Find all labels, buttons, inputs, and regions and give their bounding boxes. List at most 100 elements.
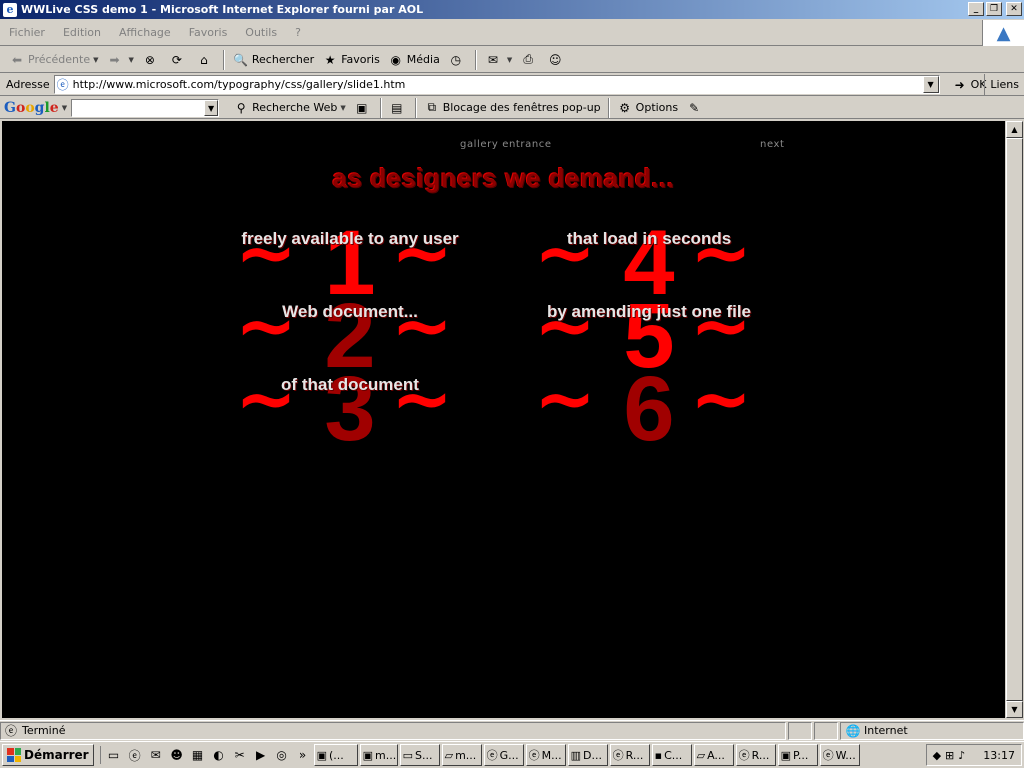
address-url[interactable]: http://www.microsoft.com/typography/css/… <box>73 78 406 91</box>
close-button[interactable]: ✕ <box>1006 2 1022 16</box>
taskbar-task[interactable]: ⓔ M... <box>525 744 566 766</box>
media-player-icon[interactable]: ▶ <box>252 746 270 764</box>
internet-explorer-icon[interactable]: ⓔ <box>126 746 144 764</box>
links-button[interactable]: Liens <box>984 74 1024 95</box>
mail-button[interactable]: ✉ ▼ <box>482 49 515 71</box>
taskbar-task[interactable]: ▣ m... <box>359 744 398 766</box>
gallery-entrance-link[interactable]: gallery entrance <box>460 139 552 150</box>
tilde-ornament: ~ <box>534 356 597 442</box>
google-search-dropdown-icon[interactable]: ▼ <box>204 99 219 116</box>
home-button[interactable]: ⌂ <box>193 49 218 71</box>
command-prompt-icon: ▪ <box>654 748 663 762</box>
taskbar-task[interactable]: ▭ S... <box>399 744 440 766</box>
task-label: P... <box>793 748 809 762</box>
menu-tools[interactable]: Outils <box>236 26 286 39</box>
google-logo-letter: o <box>15 99 26 116</box>
mail-dropdown-icon[interactable]: ▼ <box>507 56 512 64</box>
window-title-bar[interactable]: e WWLive CSS demo 1 - Microsoft Internet… <box>0 0 1024 19</box>
people-icon[interactable]: ☻ <box>168 746 186 764</box>
popup-blocker-label: Blocage des fenêtres pop-up <box>442 101 601 114</box>
internet-explorer-icon: ⓔ <box>738 749 750 762</box>
taskbar-task[interactable]: ⓔ R... <box>735 744 776 766</box>
back-arrow-icon: ⬅ <box>11 52 23 67</box>
status-pane <box>814 721 838 740</box>
web-search-button[interactable]: ⚲ Recherche Web ▼ <box>229 100 350 116</box>
taskbar-task[interactable]: ▱ m... <box>441 744 482 766</box>
forward-dropdown-icon[interactable]: ▼ <box>129 56 134 64</box>
options-button[interactable]: ⚙ Options <box>613 100 682 116</box>
favorites-button[interactable]: ★ Favoris <box>319 49 383 71</box>
taskbar-task[interactable]: ▱ A... <box>693 744 734 766</box>
refresh-button[interactable]: ⟳ <box>166 49 191 71</box>
feature-caption: that load in seconds <box>566 229 732 248</box>
scroll-up-button[interactable]: ▲ <box>1006 121 1023 138</box>
security-zone-pane[interactable]: 🌐 Internet <box>840 721 1024 740</box>
taskbar-task[interactable]: ⓔ G... <box>483 744 524 766</box>
show-desktop-icon[interactable]: ▭ <box>105 746 123 764</box>
address-label: Adresse <box>6 78 50 91</box>
media-button[interactable]: ◉ Média <box>385 49 443 71</box>
taskbar-task[interactable]: ▣ (... <box>313 744 358 766</box>
menu-file[interactable]: Fichier <box>0 26 54 39</box>
popup-blocker-button[interactable]: ⧉ Blocage des fenêtres pop-up <box>420 100 605 116</box>
google-logo[interactable]: G o o g l e ▼ <box>4 100 67 116</box>
page-info-button[interactable]: ▤ <box>385 100 412 116</box>
tray-network-icon[interactable]: ⊞ <box>945 749 954 762</box>
menu-edit[interactable]: Edition <box>54 26 110 39</box>
address-input[interactable]: ⓔ http://www.microsoft.com/typography/cs… <box>53 75 940 94</box>
start-button[interactable]: Démarrer <box>2 744 94 766</box>
outlook-icon[interactable]: ✉ <box>147 746 165 764</box>
web-search-dropdown-icon[interactable]: ▼ <box>340 104 345 112</box>
print-button[interactable]: ⎙ <box>517 49 542 71</box>
search-button[interactable]: 🔍 Rechercher <box>230 49 317 71</box>
firefox-icon[interactable]: ◐ <box>210 746 228 764</box>
menu-help[interactable]: ? <box>286 26 310 39</box>
history-button[interactable]: ◷ <box>445 49 470 71</box>
taskbar-task[interactable]: ⓔ W... <box>819 744 860 766</box>
next-link[interactable]: next <box>760 139 785 150</box>
feature-cell: ~ ~ 3 of that document <box>235 362 465 455</box>
more-chevron-icon[interactable]: » <box>294 746 312 764</box>
app-icon[interactable]: ◎ <box>273 746 291 764</box>
history-icon: ◷ <box>450 52 462 67</box>
task-label: S... <box>415 748 433 762</box>
task-icon: ▣ <box>780 748 791 762</box>
taskbar-task[interactable]: ▥ D... <box>567 744 608 766</box>
taskbar-task[interactable]: ⓔ R... <box>609 744 650 766</box>
star-folder-icon: ★ <box>324 52 336 67</box>
forward-button[interactable]: ➡ ▼ <box>104 49 137 71</box>
printer-icon: ⎙ <box>523 52 534 66</box>
clock[interactable]: 13:17 <box>983 749 1015 762</box>
taskbar-task[interactable]: ▪ C... <box>651 744 692 766</box>
tool-icon[interactable]: ✂ <box>231 746 249 764</box>
google-menu-dropdown-icon[interactable]: ▼ <box>62 103 67 112</box>
address-dropdown-icon[interactable]: ▼ <box>922 76 939 93</box>
vertical-scrollbar[interactable]: ▲ ▼ <box>1005 121 1023 718</box>
minimize-button[interactable]: _ <box>968 2 984 16</box>
page-info-icon: ▤ <box>391 100 403 115</box>
back-dropdown-icon[interactable]: ▼ <box>93 56 98 64</box>
taskbar-task[interactable]: ▣ P... <box>777 744 818 766</box>
task-icon: ▣ <box>316 748 327 762</box>
web-search-label: Recherche Web <box>252 101 338 114</box>
scrollbar-thumb[interactable] <box>1006 138 1023 701</box>
feature-caption: freely available to any user <box>241 229 459 248</box>
menu-favorites[interactable]: Favoris <box>180 26 237 39</box>
scroll-down-button[interactable]: ▼ <box>1006 701 1023 718</box>
app-icon[interactable]: ▦ <box>189 746 207 764</box>
stop-button[interactable]: ⊗ <box>139 49 164 71</box>
menu-view[interactable]: Affichage <box>110 26 180 39</box>
options-label: Options <box>635 101 679 114</box>
search-site-button[interactable]: ▣ <box>350 100 377 116</box>
forward-arrow-icon: ➡ <box>109 52 120 67</box>
tray-volume-icon[interactable]: ♪ <box>958 749 965 762</box>
google-logo-letter: o <box>25 99 35 116</box>
maximize-button[interactable]: ❐ <box>986 2 1002 16</box>
folder-search-icon: ▣ <box>356 100 368 115</box>
tray-media-icon[interactable]: ◆ <box>933 749 941 762</box>
google-search-input[interactable]: ▼ <box>71 98 220 117</box>
highlight-button[interactable]: ✎ <box>682 100 709 116</box>
messenger-button[interactable]: ☺ <box>544 49 569 71</box>
back-button[interactable]: ⬅ Précédente ▼ <box>6 49 102 71</box>
back-label: Précédente <box>28 53 91 66</box>
